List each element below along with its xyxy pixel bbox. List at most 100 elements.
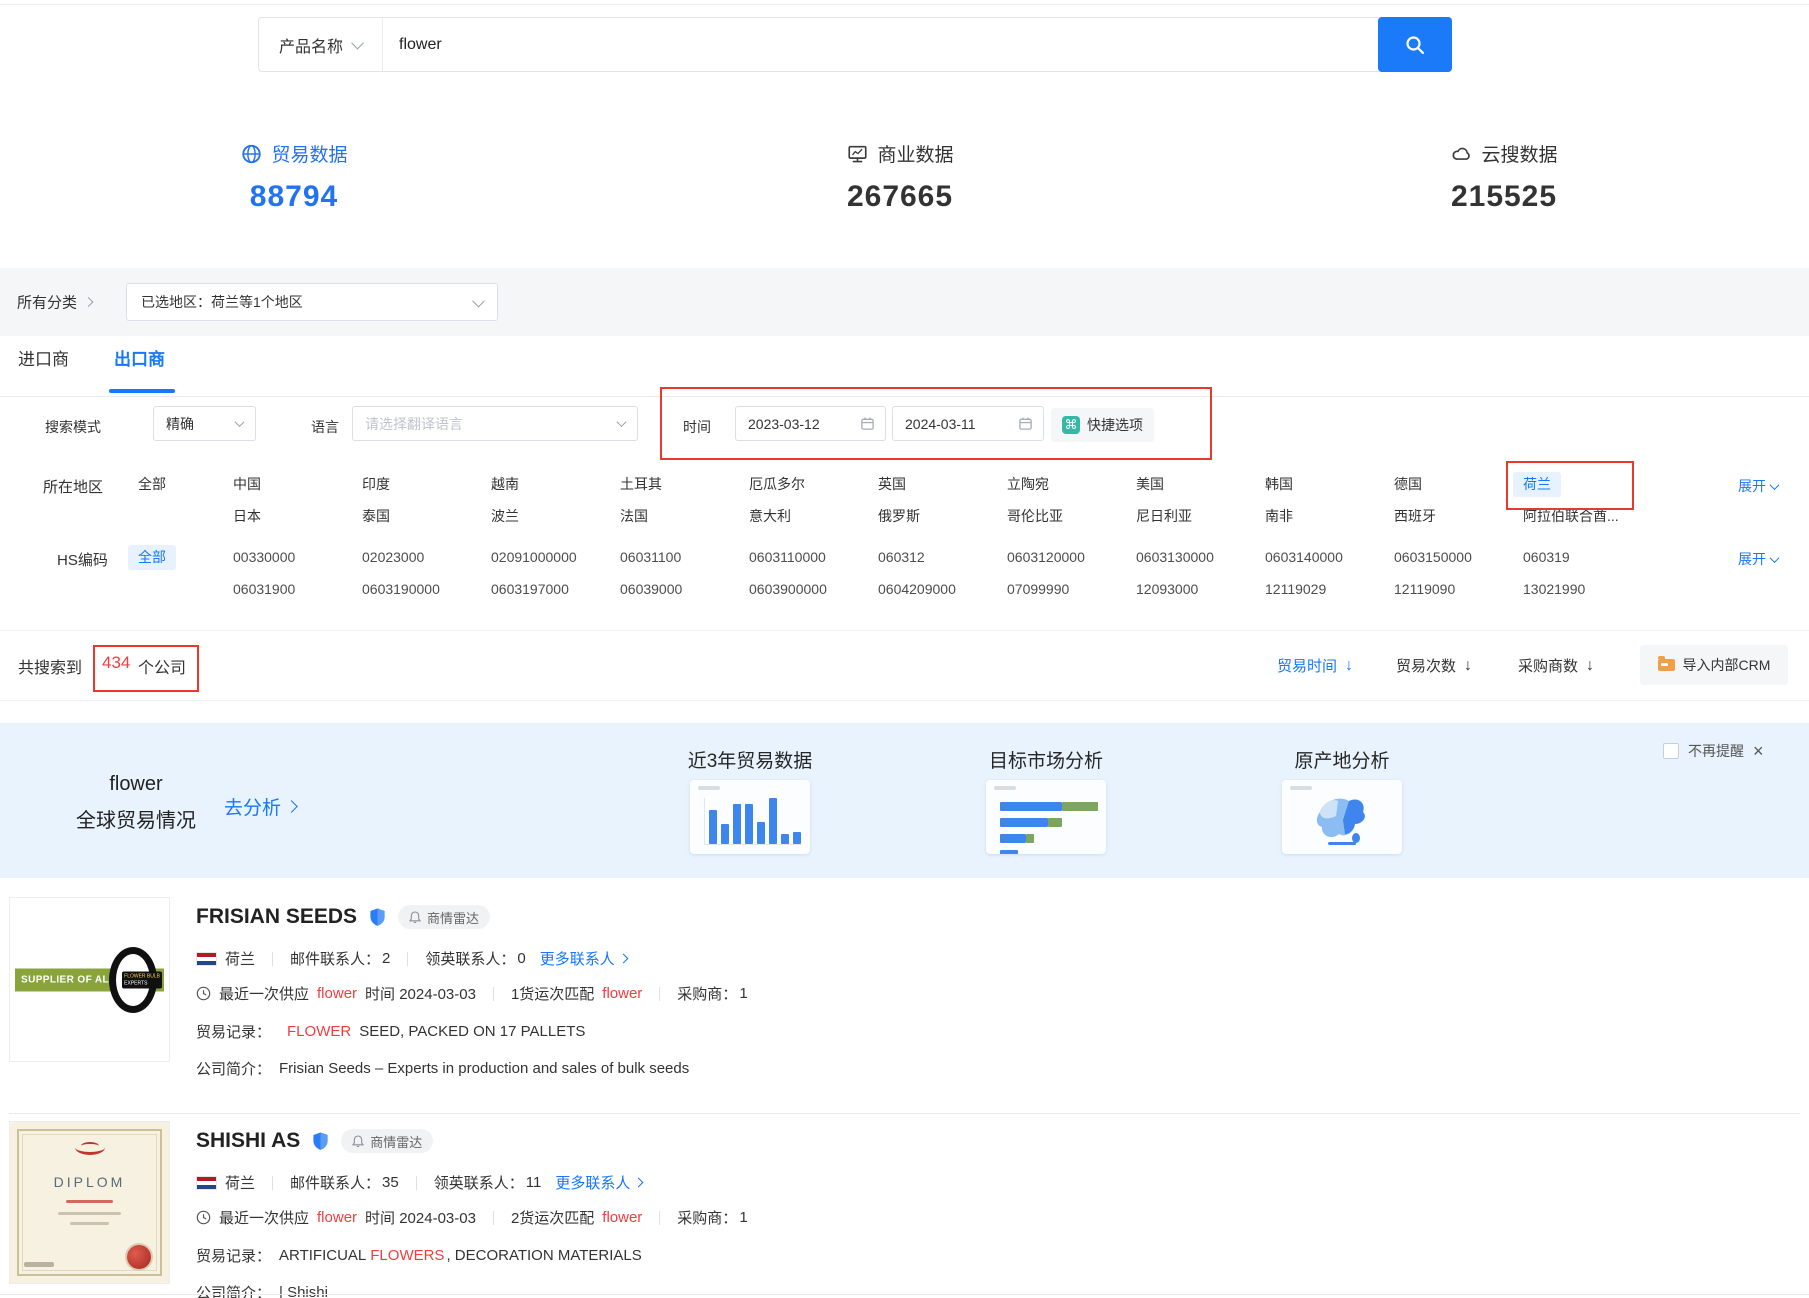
region-item[interactable]: 法国 xyxy=(610,504,658,529)
region-item[interactable]: 立陶宛 xyxy=(997,472,1059,497)
region-item[interactable]: 德国 xyxy=(1384,472,1432,497)
company-name[interactable]: FRISIAN SEEDS xyxy=(196,905,357,929)
results-count-suffix: 个公司 xyxy=(138,654,186,678)
hs-code-item[interactable]: 0603120000 xyxy=(997,545,1095,570)
region-item[interactable]: 波兰 xyxy=(481,504,529,529)
hs-code-item[interactable]: 0603150000 xyxy=(1384,545,1482,570)
region-item-all[interactable]: 全部 xyxy=(128,472,176,497)
region-item[interactable]: 韩国 xyxy=(1255,472,1303,497)
search-category-select[interactable]: 产品名称 xyxy=(259,18,383,71)
radar-tag[interactable]: 商情雷达 xyxy=(341,1129,433,1153)
stat-cloud-data[interactable]: 云搜数据 215525 xyxy=(1450,140,1557,214)
region-item[interactable]: 印度 xyxy=(352,472,400,497)
dismiss-checkbox[interactable] xyxy=(1663,743,1679,759)
chevron-down-icon xyxy=(472,294,485,307)
sort-trade-time[interactable]: 贸易时间 ↓ xyxy=(1277,655,1353,676)
hs-code-item[interactable]: 00330000 xyxy=(223,545,305,570)
quick-options-button[interactable]: ⌘ 快捷选项 xyxy=(1051,408,1154,442)
hs-code-item[interactable]: 0604209000 xyxy=(868,577,966,602)
hs-code-item[interactable]: 12119029 xyxy=(1255,577,1336,602)
hs-code-item[interactable]: 06031100 xyxy=(610,545,691,570)
sort-buyer-count[interactable]: 采购商数 ↓ xyxy=(1518,655,1594,676)
sort-trade-count[interactable]: 贸易次数 ↓ xyxy=(1396,655,1472,676)
cloud-icon xyxy=(1450,143,1472,165)
buyers-label: 采购商： xyxy=(677,983,737,1004)
region-item[interactable]: 英国 xyxy=(868,472,916,497)
search-button[interactable] xyxy=(1378,17,1452,72)
hs-code-item[interactable]: 060319 xyxy=(1513,545,1580,570)
region-item[interactable]: 泰国 xyxy=(352,504,400,529)
hs-code-item[interactable]: 0603190000 xyxy=(352,577,450,602)
all-categories-link[interactable]: 所有分类 xyxy=(17,292,92,313)
category-strip: 所有分类 已选地区：荷兰等1个地区 xyxy=(0,268,1809,336)
expand-hs-link[interactable]: 展开 xyxy=(1738,549,1778,569)
more-contacts-link[interactable]: 更多联系人 xyxy=(555,1172,642,1193)
region-item[interactable]: 尼日利亚 xyxy=(1126,504,1202,529)
card-divider xyxy=(9,1113,1800,1114)
region-item[interactable]: 阿拉伯联合酋... xyxy=(1513,504,1629,529)
date-from-input[interactable]: 2023-03-12 xyxy=(735,406,886,441)
hs-code-item[interactable]: 06031900 xyxy=(223,577,305,602)
region-item[interactable]: 南非 xyxy=(1255,504,1303,529)
region-item[interactable]: 日本 xyxy=(223,504,271,529)
stat-business-data[interactable]: 商业数据 267665 xyxy=(846,140,953,214)
region-item[interactable]: 西班牙 xyxy=(1384,504,1446,529)
search-input[interactable] xyxy=(383,36,1378,54)
stat-label: 贸易数据 xyxy=(271,140,347,167)
hs-code-item[interactable]: 0603110000 xyxy=(739,545,836,570)
bar-chart-thumbnail[interactable] xyxy=(690,780,810,854)
region-item[interactable]: 意大利 xyxy=(739,504,801,529)
date-to-input[interactable]: 2024-03-11 xyxy=(892,406,1044,441)
search-mode-select[interactable]: 精确 xyxy=(153,406,256,441)
region-item[interactable]: 中国 xyxy=(223,472,271,497)
hs-code-item[interactable]: 02023000 xyxy=(352,545,434,570)
stat-trade-data[interactable]: 贸易数据 88794 xyxy=(240,140,347,214)
region-item[interactable]: 哥伦比亚 xyxy=(997,504,1073,529)
radar-tag[interactable]: 商情雷达 xyxy=(398,905,490,929)
hs-row-1: 00330000 02023000 02091000000 06031100 06031… xyxy=(223,545,1642,570)
hs-code-item[interactable]: 0603900000 xyxy=(739,577,837,602)
hs-code-item[interactable]: 0603197000 xyxy=(481,577,579,602)
expand-regions-link[interactable]: 展开 xyxy=(1738,476,1778,496)
region-item[interactable]: 美国 xyxy=(1126,472,1174,497)
trade-record-label: 贸易记录： xyxy=(196,1021,271,1042)
selected-region-dropdown[interactable]: 已选地区：荷兰等1个地区 xyxy=(126,283,498,321)
hs-code-item[interactable]: 0603130000 xyxy=(1126,545,1224,570)
hs-code-item[interactable]: 060312 xyxy=(868,545,935,570)
company-logo[interactable]: DIPLOM xyxy=(9,1121,170,1284)
hs-code-item[interactable]: 0603140000 xyxy=(1255,545,1353,570)
import-crm-button[interactable]: 导入内部CRM xyxy=(1640,645,1788,685)
hs-code-item[interactable]: 06039000 xyxy=(610,577,692,602)
calendar-icon xyxy=(860,416,875,431)
company-name[interactable]: SHISHI AS xyxy=(196,1129,300,1153)
company-logo[interactable]: SUPPLIER OF ALL SEEDS FLOWER BULB EXPERT… xyxy=(9,897,170,1062)
company-card: SUPPLIER OF ALL SEEDS FLOWER BULB EXPERT… xyxy=(9,897,1789,1111)
region-item[interactable]: 俄罗斯 xyxy=(868,504,930,529)
analyze-link[interactable]: 去分析 xyxy=(224,793,296,820)
region-item[interactable]: 越南 xyxy=(481,472,529,497)
hs-code-item[interactable]: 07099990 xyxy=(997,577,1079,602)
region-item[interactable]: 厄瓜多尔 xyxy=(739,472,815,497)
hs-code-item[interactable]: 13021990 xyxy=(1513,577,1595,602)
profile-label: 公司简介： xyxy=(196,1282,271,1298)
tab-importers[interactable]: 进口商 xyxy=(18,345,69,370)
more-contacts-link[interactable]: 更多联系人 xyxy=(540,948,627,969)
close-icon[interactable]: × xyxy=(1753,744,1764,758)
tab-exporters[interactable]: 出口商 xyxy=(114,345,165,370)
trade-record-pre: ARTIFICUAL xyxy=(279,1247,366,1264)
china-map-thumbnail[interactable] xyxy=(1282,780,1402,854)
divider xyxy=(493,987,494,1001)
hs-code-item[interactable]: 12119090 xyxy=(1384,577,1465,602)
trade-data-search-page: 产品名称 贸易数据 88794 xyxy=(0,0,1809,1298)
stat-value: 88794 xyxy=(240,180,347,214)
hs-code-item[interactable]: 12093000 xyxy=(1126,577,1208,602)
divider xyxy=(659,1211,660,1225)
hbar-chart-thumbnail[interactable] xyxy=(986,780,1106,854)
hs-item-all[interactable]: 全部 xyxy=(128,545,176,570)
language-select[interactable]: 请选择翻译语言 xyxy=(352,406,638,441)
dismiss-label: 不再提醒 xyxy=(1688,741,1744,761)
hs-code-item[interactable]: 02091000000 xyxy=(481,545,587,570)
region-item[interactable]: 荷兰 xyxy=(1513,472,1561,497)
chevron-down-icon xyxy=(1770,480,1780,490)
region-item[interactable]: 土耳其 xyxy=(610,472,672,497)
